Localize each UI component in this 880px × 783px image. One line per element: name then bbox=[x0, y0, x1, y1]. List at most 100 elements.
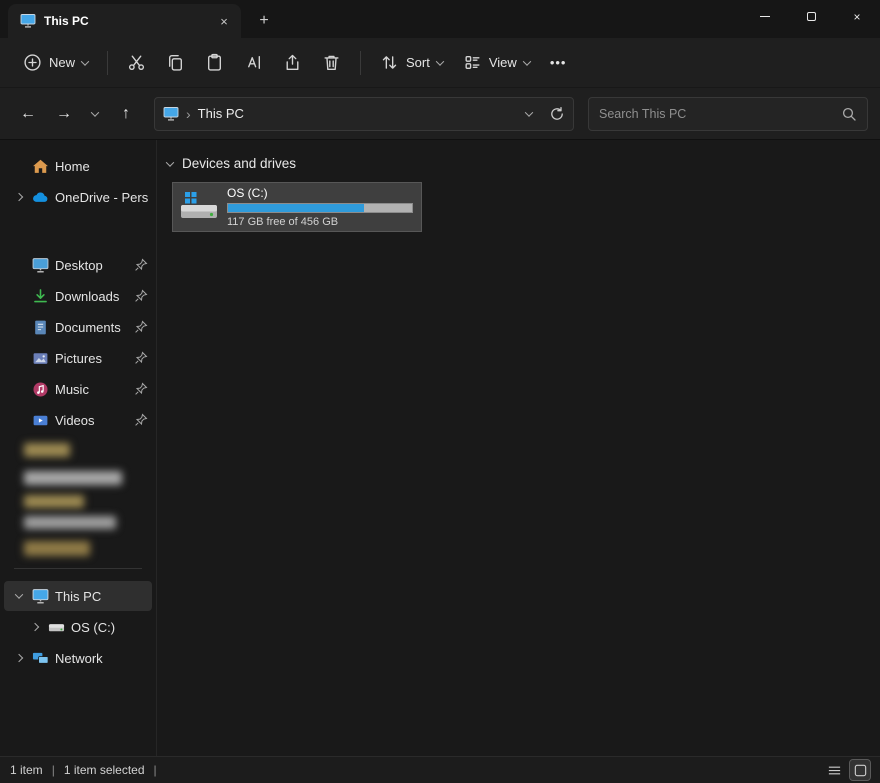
view-button[interactable]: View bbox=[454, 45, 539, 81]
details-view-button[interactable] bbox=[824, 760, 844, 780]
redacted-sidebar-item[interactable] bbox=[24, 516, 116, 529]
chevron-right-icon[interactable] bbox=[31, 623, 39, 631]
search-box[interactable] bbox=[588, 97, 868, 131]
address-bar[interactable]: › This PC bbox=[154, 97, 574, 131]
pin-icon bbox=[134, 413, 148, 427]
view-button-label: View bbox=[489, 55, 517, 70]
drive-info: OS (C:) 117 GB free of 456 GB bbox=[227, 186, 413, 229]
sidebar-item-home[interactable]: Home bbox=[4, 151, 152, 181]
breadcrumb-this-pc[interactable]: This PC bbox=[198, 106, 244, 121]
toolbar-divider bbox=[360, 51, 361, 75]
redacted-sidebar-item[interactable] bbox=[24, 495, 84, 508]
tab-this-pc[interactable]: This PC × bbox=[8, 4, 241, 38]
command-toolbar: New bbox=[0, 38, 880, 88]
tab-close-icon[interactable]: × bbox=[215, 12, 233, 30]
minimize-icon bbox=[760, 16, 770, 17]
sidebar-item-downloads[interactable]: Downloads bbox=[4, 281, 152, 311]
address-dropdown-icon[interactable] bbox=[525, 108, 533, 116]
sidebar-item-onedrive[interactable]: OneDrive - Persona bbox=[4, 182, 152, 212]
maximize-icon bbox=[807, 12, 816, 21]
pin-icon bbox=[134, 351, 148, 365]
sidebar-item-os-c[interactable]: OS (C:) bbox=[4, 612, 152, 642]
copy-button[interactable] bbox=[157, 45, 194, 81]
redacted-sidebar-item[interactable] bbox=[24, 443, 70, 457]
file-explorer-window: This PC × + × New bbox=[0, 0, 880, 783]
drive-name: OS (C:) bbox=[227, 186, 413, 200]
this-pc-icon bbox=[163, 106, 179, 122]
chevron-down-icon[interactable] bbox=[15, 590, 23, 598]
view-toggles bbox=[824, 760, 870, 780]
window-body: Home OneDrive - Persona Desktop bbox=[0, 140, 880, 756]
cut-icon bbox=[127, 53, 146, 72]
desktop-icon bbox=[32, 257, 49, 274]
section-devices-and-drives[interactable]: Devices and drives bbox=[165, 156, 880, 171]
new-button-label: New bbox=[49, 55, 75, 70]
sidebar-item-network[interactable]: Network bbox=[4, 643, 152, 673]
rename-button[interactable] bbox=[235, 45, 272, 81]
chevron-slot bbox=[12, 194, 26, 200]
status-bar: 1 item | 1 item selected | bbox=[0, 756, 880, 783]
drive-usage-bar bbox=[227, 203, 413, 213]
back-button[interactable]: ← bbox=[12, 98, 44, 130]
forward-button[interactable]: → bbox=[48, 98, 80, 130]
status-separator: | bbox=[52, 763, 55, 777]
sidebar-item-music[interactable]: Music bbox=[4, 374, 152, 404]
status-separator: | bbox=[154, 763, 157, 777]
navigation-bar: ← → ↑ › This PC bbox=[0, 88, 880, 140]
pictures-icon bbox=[32, 350, 49, 367]
recent-locations-button[interactable] bbox=[84, 98, 106, 130]
maximize-button[interactable] bbox=[788, 0, 834, 33]
more-options-button[interactable]: ••• bbox=[541, 45, 576, 81]
minimize-button[interactable] bbox=[742, 0, 788, 33]
home-icon bbox=[32, 158, 49, 175]
chevron-down-icon bbox=[436, 57, 444, 65]
videos-icon bbox=[32, 412, 49, 429]
sidebar-item-documents[interactable]: Documents bbox=[4, 312, 152, 342]
sidebar-item-this-pc[interactable]: This PC bbox=[4, 581, 152, 611]
sidebar-item-videos[interactable]: Videos bbox=[4, 405, 152, 435]
close-button[interactable]: × bbox=[834, 0, 880, 33]
share-icon bbox=[283, 53, 302, 72]
new-tab-button[interactable]: + bbox=[251, 8, 277, 34]
sidebar-item-pictures[interactable]: Pictures bbox=[4, 343, 152, 373]
new-button[interactable]: New bbox=[14, 45, 97, 81]
delete-icon bbox=[322, 53, 341, 72]
refresh-icon[interactable] bbox=[549, 106, 565, 122]
this-pc-icon bbox=[32, 588, 49, 605]
up-button[interactable]: ↑ bbox=[110, 98, 142, 130]
onedrive-icon bbox=[32, 189, 49, 206]
share-button[interactable] bbox=[274, 45, 311, 81]
sidebar-gap bbox=[0, 213, 156, 249]
content-pane: Devices and drives bbox=[157, 140, 880, 756]
chevron-right-icon[interactable] bbox=[15, 193, 23, 201]
sidebar-item-desktop[interactable]: Desktop bbox=[4, 250, 152, 280]
chevron-down-icon bbox=[81, 57, 89, 65]
section-header-label: Devices and drives bbox=[182, 156, 296, 171]
selected-count: 1 item selected bbox=[64, 763, 145, 777]
chevron-slot bbox=[12, 655, 26, 661]
more-options-icon: ••• bbox=[550, 55, 567, 70]
drive-icon bbox=[48, 619, 65, 636]
redacted-sidebar-item[interactable] bbox=[24, 471, 122, 485]
paste-button[interactable] bbox=[196, 45, 233, 81]
search-icon[interactable] bbox=[841, 106, 857, 122]
sort-button-label: Sort bbox=[406, 55, 430, 70]
chevron-right-icon[interactable] bbox=[15, 654, 23, 662]
paste-icon bbox=[205, 53, 224, 72]
tab-title: This PC bbox=[44, 14, 207, 28]
drive-usage-bar-fill bbox=[228, 204, 364, 212]
item-count: 1 item bbox=[10, 763, 43, 777]
search-input[interactable] bbox=[599, 107, 833, 121]
sort-button[interactable]: Sort bbox=[371, 45, 452, 81]
redacted-sidebar-item[interactable] bbox=[24, 541, 90, 556]
delete-button[interactable] bbox=[313, 45, 350, 81]
cut-button[interactable] bbox=[118, 45, 155, 81]
new-plus-icon bbox=[23, 53, 42, 72]
drive-tile-os-c[interactable]: OS (C:) 117 GB free of 456 GB bbox=[172, 182, 422, 232]
chevron-slot bbox=[12, 593, 26, 599]
sort-icon bbox=[380, 53, 399, 72]
tab-bar: This PC × + × bbox=[0, 0, 880, 38]
large-icons-view-button[interactable] bbox=[850, 760, 870, 780]
toolbar-divider bbox=[107, 51, 108, 75]
pin-icon bbox=[134, 258, 148, 272]
